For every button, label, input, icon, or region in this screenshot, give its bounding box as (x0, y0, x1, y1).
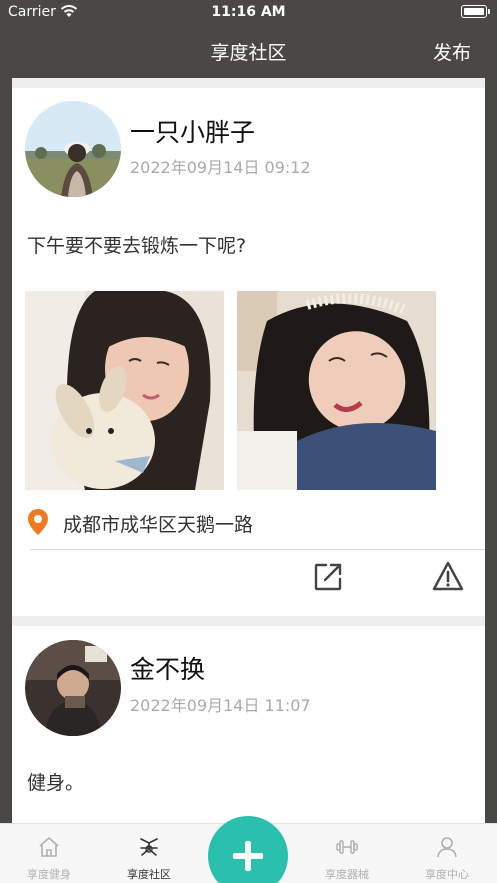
status-bar: Carrier 11:16 AM (0, 0, 497, 24)
post-content: 健身。 (27, 772, 85, 794)
post-content: 下午要不要去锻炼一下呢? (27, 235, 247, 257)
post-date: 2022年09月14日 09:12 (130, 158, 311, 177)
post-username[interactable]: 金不换 (130, 650, 205, 686)
share-icon[interactable] (313, 562, 343, 592)
photo-image (237, 291, 436, 490)
tab-equipment[interactable]: 享度器械 (302, 824, 392, 883)
post-username[interactable]: 一只小胖子 (130, 113, 255, 149)
warning-icon[interactable] (432, 561, 464, 591)
avatar-image (25, 640, 121, 736)
home-icon (39, 837, 59, 857)
tab-label: 享度中心 (425, 868, 469, 881)
tab-label: 享度器械 (325, 868, 369, 881)
page-title: 享度社区 (210, 42, 287, 64)
tab-home[interactable]: 享度健身 (4, 824, 94, 883)
dumbbell-icon (336, 840, 358, 854)
tab-profile[interactable]: 享度中心 (402, 824, 492, 883)
publish-button[interactable]: 发布 (433, 38, 471, 65)
post-date: 2022年09月14日 11:07 (130, 696, 311, 715)
battery-icon (461, 5, 490, 18)
user-icon (437, 837, 457, 858)
status-time: 11:16 AM (211, 4, 286, 20)
tab-bar: 享度健身 享度社区 享度器械 享度中心 (0, 816, 497, 883)
tab-label: 享度健身 (27, 868, 71, 881)
community-feed[interactable]: 一只小胖子 2022年09月14日 09:12 下午要不要去锻炼一下呢? 成都市… (12, 78, 485, 823)
post-photo[interactable] (25, 291, 224, 490)
tab-community[interactable]: 享度社区 (104, 824, 194, 883)
photo-image (25, 291, 224, 490)
avatar[interactable] (25, 640, 121, 736)
nav-bar: 享度社区 发布 (0, 24, 497, 76)
plus-icon-vertical (245, 841, 251, 871)
post-card: 一只小胖子 2022年09月14日 09:12 下午要不要去锻炼一下呢? 成都市… (12, 88, 485, 616)
tab-label: 享度社区 (127, 868, 171, 881)
community-icon (140, 838, 158, 856)
post-card: 金不换 2022年09月14日 11:07 健身。 (12, 626, 485, 823)
avatar[interactable] (25, 101, 121, 197)
location-text: 成都市成华区天鹅一路 (63, 514, 254, 536)
add-post-button[interactable] (208, 816, 288, 883)
avatar-image (25, 101, 121, 197)
divider (30, 549, 485, 550)
post-photo[interactable] (237, 291, 436, 490)
location-pin-icon (28, 509, 48, 535)
